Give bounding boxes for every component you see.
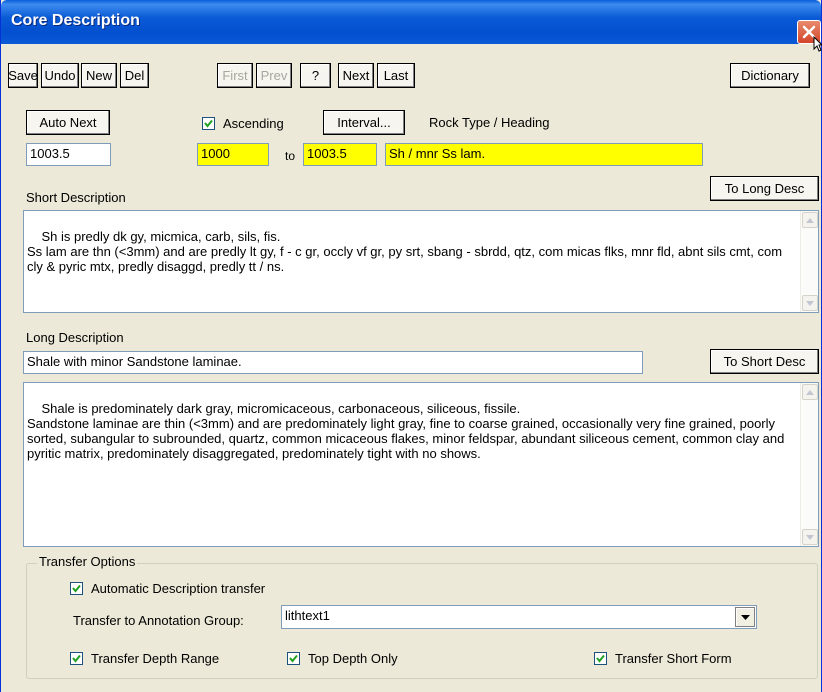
help-button[interactable]: ? [300,63,331,88]
checkmark-icon [204,119,213,128]
checkmark-icon [72,584,81,593]
short-description-text: Sh is predly dk gy, micmica, carb, sils,… [27,229,783,274]
interval-button[interactable]: Interval... [323,110,405,135]
checkmark-icon [72,654,81,663]
last-button[interactable]: Last [377,63,415,88]
scroll-up-arrow-icon[interactable] [802,384,818,400]
dropdown-button[interactable] [735,607,755,627]
short-description-label: Short Description [26,190,126,205]
ascending-label: Ascending [223,116,284,131]
core-description-window: Core Description Save Undo New Del First… [0,0,822,692]
top-depth-only-label: Top Depth Only [308,651,398,666]
top-depth-only-checkbox[interactable] [287,652,300,665]
long-description-heading-field[interactable]: Shale with minor Sandstone laminae. [23,351,643,374]
save-button[interactable]: Save [8,63,38,88]
annotation-group-value: lithtext1 [285,608,330,623]
rock-type-heading-label: Rock Type / Heading [429,115,550,130]
transfer-depth-range-checkbox[interactable] [70,652,83,665]
to-depth-field[interactable]: 1003.5 [303,143,377,166]
to-short-desc-button[interactable]: To Short Desc [710,349,819,374]
transfer-short-form-checkbox[interactable] [594,652,607,665]
from-depth-field[interactable]: 1000 [197,143,269,166]
long-description-label: Long Description [26,330,124,345]
transfer-options-title: Transfer Options [37,554,138,569]
auto-next-button[interactable]: Auto Next [26,110,110,135]
annotation-group-select[interactable]: lithtext1 [281,605,757,629]
window-title: Core Description [11,12,140,29]
next-button[interactable]: Next [338,63,374,88]
first-button[interactable]: First [217,63,253,88]
ascending-checkbox[interactable] [202,117,215,130]
automatic-transfer-checkbox[interactable] [70,582,83,595]
checkmark-icon [596,654,605,663]
long-description-textarea[interactable]: Shale is predominately dark gray, microm… [23,382,819,547]
short-description-scrollbar[interactable] [800,211,818,312]
to-label: to [285,149,296,163]
to-long-desc-button[interactable]: To Long Desc [710,176,819,201]
undo-button[interactable]: Undo [41,63,79,88]
automatic-transfer-label: Automatic Description transfer [91,581,266,596]
delete-button[interactable]: Del [120,63,149,88]
current-depth-field[interactable]: 1003.5 [26,143,111,166]
dictionary-button[interactable]: Dictionary [730,63,810,88]
new-button[interactable]: New [81,63,117,88]
scroll-down-arrow-icon[interactable] [802,295,818,311]
prev-button[interactable]: Prev [256,63,292,88]
dropdown-arrow-icon [740,614,750,620]
rock-type-field[interactable]: Sh / mnr Ss lam. [385,143,703,166]
mouse-pointer-icon [813,35,822,55]
transfer-depth-range-label: Transfer Depth Range [91,651,220,666]
transfer-short-form-label: Transfer Short Form [615,651,732,666]
checkmark-icon [289,654,298,663]
scroll-down-arrow-icon[interactable] [802,529,818,545]
scroll-up-arrow-icon[interactable] [802,212,818,228]
title-bar[interactable]: Core Description [1,0,821,44]
long-description-text: Shale is predominately dark gray, microm… [27,401,785,461]
short-description-textarea[interactable]: Sh is predly dk gy, micmica, carb, sils,… [23,210,819,313]
annotation-group-label: Transfer to Annotation Group: [73,613,244,628]
long-description-scrollbar[interactable] [800,383,818,546]
